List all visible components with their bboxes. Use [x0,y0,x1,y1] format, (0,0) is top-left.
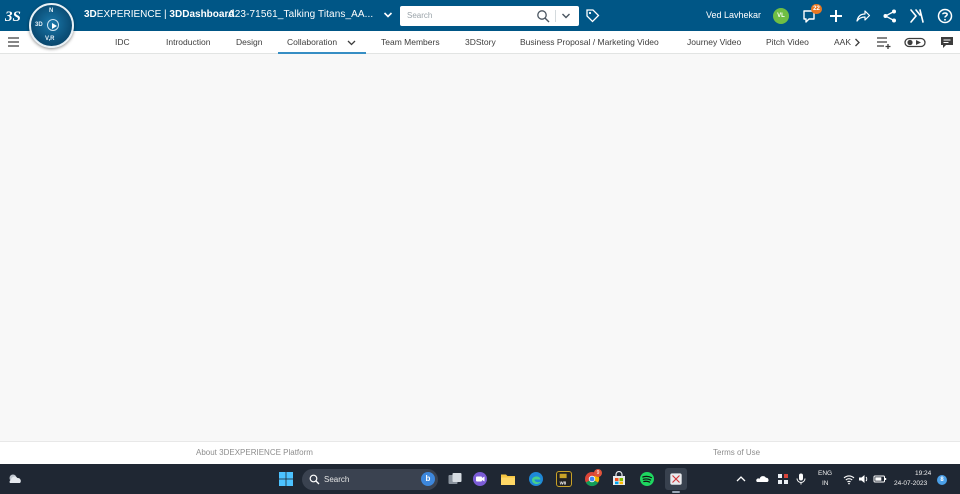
menu-hamburger-icon[interactable] [8,37,19,47]
volume-icon[interactable] [858,473,870,485]
search-icon[interactable] [536,9,550,23]
file-explorer-icon[interactable] [500,471,516,487]
svg-text:W8: W8 [560,480,567,485]
notification-center-badge[interactable]: 8 [937,475,947,485]
dashboard-chevron-down-icon[interactable] [383,10,393,20]
svg-text:3S: 3S [5,9,21,25]
task-view-icon[interactable] [447,471,463,487]
winrar-glyph-icon: W8 [559,473,567,485]
tab-business-proposal[interactable]: Business Proposal / Marketing Video [520,37,659,47]
search-box[interactable]: Search [400,6,579,26]
tab-design[interactable]: Design [236,37,262,47]
dashboard-tab-bar: IDC Introduction Design Collaboration Te… [0,31,960,54]
microphone-icon[interactable] [796,473,806,485]
compass-west-label: 3D [35,22,43,28]
brand-main: EXPERIENCE [96,9,162,20]
chrome-badge: 9 [594,469,602,477]
notification-badge: 22 [811,4,822,14]
windows-taskbar: Search b W8 9 ENG IN 19:24 24-07-2023 8 [0,464,960,494]
snipping-tool-icon [670,473,682,485]
battery-icon[interactable] [873,473,887,485]
teams-chat-icon[interactable] [472,471,488,487]
clock-time[interactable]: 19:24 [915,470,931,477]
page-footer: About 3DEXPERIENCE Platform Terms of Use [0,441,960,464]
onedrive-icon[interactable] [756,473,769,485]
edge-icon[interactable] [528,471,544,487]
tab-aak[interactable]: AAK [834,37,851,47]
weather-widget-icon[interactable] [7,471,23,487]
top-bar: 3S N 3D V,R 3DEXPERIENCE | 3DDashboard A… [0,0,960,48]
terms-of-use-link[interactable]: Terms of Use [713,448,760,457]
brand-prefix: 3D [84,9,97,20]
bing-icon[interactable]: b [421,472,435,486]
search-options-chevron-icon[interactable] [561,11,571,21]
wifi-icon[interactable] [843,473,855,485]
tab-3dstory[interactable]: 3DStory [465,37,496,47]
winrar-icon[interactable]: W8 [556,471,572,487]
input-region-indicator[interactable]: IN [822,480,829,487]
share-icon[interactable] [855,8,871,24]
tab-collaboration-chevron-down-icon[interactable] [347,38,356,47]
taskbar-search-box[interactable]: Search b [302,469,438,490]
media-toggle-icon[interactable] [904,36,926,49]
platform-brand: 3DEXPERIENCE | 3DDashboard [84,9,234,20]
search-divider [555,10,556,22]
tray-chevron-up-icon[interactable] [735,473,747,485]
dashboard-title[interactable]: A23-71561_Talking Titans_AA... [228,9,373,20]
about-platform-link[interactable]: About 3DEXPERIENCE Platform [196,448,313,457]
comments-icon[interactable] [940,36,954,49]
tray-app-icon[interactable] [777,473,789,485]
clock-date[interactable]: 24-07-2023 [894,480,927,487]
tab-introduction[interactable]: Introduction [166,37,210,47]
language-indicator[interactable]: ENG [818,470,832,477]
tab-idc[interactable]: IDC [115,37,130,47]
tabs-scroll-right-icon[interactable] [853,38,861,47]
add-tab-list-icon[interactable] [877,36,891,49]
snipping-tool-button[interactable] [665,468,687,490]
compass-south-label: V,R [45,36,55,42]
brand-app-prefix: 3D [169,9,183,20]
spotify-icon[interactable] [639,471,655,487]
tab-team-members[interactable]: Team Members [381,37,440,47]
compass-apps-icon[interactable] [909,8,925,24]
dassault-logo-icon[interactable]: 3S [5,6,25,26]
tab-collaboration[interactable]: Collaboration [287,37,337,47]
tag-icon[interactable] [585,8,600,23]
microsoft-store-icon[interactable] [611,471,627,487]
avatar[interactable]: VL [773,8,789,24]
user-name[interactable]: Ved Lavhekar [706,10,761,20]
taskbar-search-icon [309,474,320,485]
active-app-indicator [672,491,680,493]
taskbar-search-label: Search [324,475,350,484]
collaborate-icon[interactable] [882,8,898,24]
brand-app: Dashboard [182,9,235,20]
tab-journey-video[interactable]: Journey Video [687,37,741,47]
compass-button[interactable]: N 3D V,R [29,3,74,48]
windows-start-icon[interactable] [278,471,294,487]
compass-north-label: N [49,8,54,14]
tab-pitch-video[interactable]: Pitch Video [766,37,809,47]
play-icon[interactable] [47,19,59,31]
help-icon[interactable] [937,8,953,24]
add-icon[interactable] [828,8,844,24]
dashboard-content-area [0,54,960,441]
search-input[interactable]: Search [407,11,432,20]
